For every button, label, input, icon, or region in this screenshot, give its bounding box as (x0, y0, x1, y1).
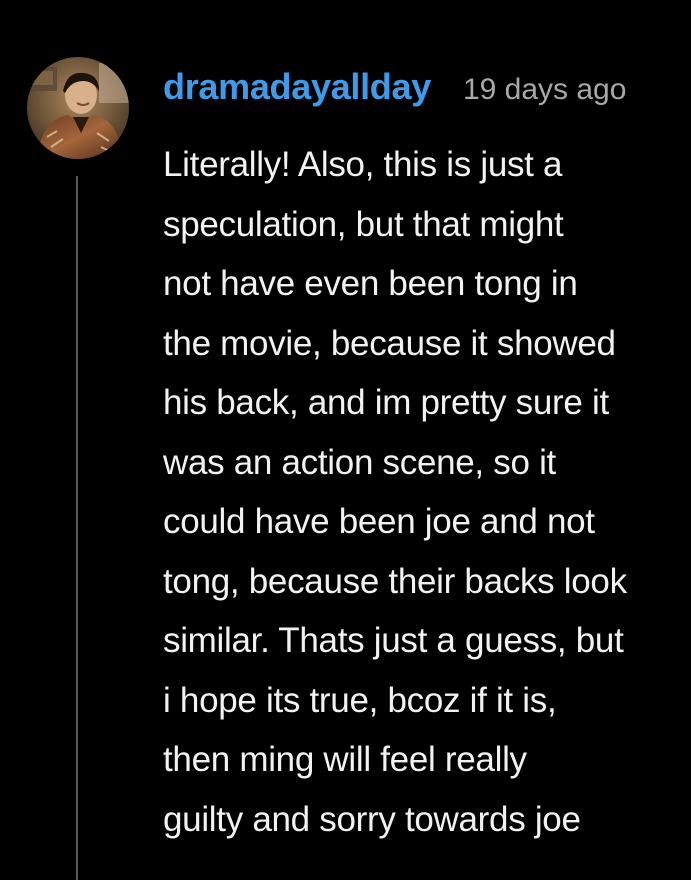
comment-body-line: guilty and sorry towards joe (163, 799, 581, 839)
comment-body-line: his back, and im pretty sure it (163, 383, 609, 422)
comment-body-line: speculation, but that might (163, 204, 564, 244)
comment-header: dramadayallday 19 days ago (163, 66, 626, 108)
comment-body-line: i hope its true, bcoz if it is, (163, 680, 557, 720)
comment-body-line: Literally! Also, this is just a (163, 145, 563, 184)
comment-body: Literally! Also, this is just a speculat… (163, 135, 678, 849)
comment-body-line: tong, because their backs look (163, 561, 627, 601)
comment-body-line: similar. Thats just a guess, but (163, 621, 624, 660)
comment-body-line: could have been joe and not (163, 502, 595, 541)
user-avatar-icon (27, 57, 129, 159)
comment: dramadayallday 19 days ago Literally! Al… (0, 0, 691, 880)
comment-body-line: the movie, because it showed (163, 323, 616, 363)
username-link[interactable]: dramadayallday (163, 66, 431, 108)
timestamp: 19 days ago (462, 73, 627, 106)
avatar[interactable] (27, 57, 129, 159)
comment-body-line: was an action scene, so it (163, 442, 556, 482)
thread-line (76, 176, 78, 880)
comment-body-line: then ming will feel really (163, 740, 527, 779)
comment-body-line: not have even been tong in (163, 264, 578, 303)
